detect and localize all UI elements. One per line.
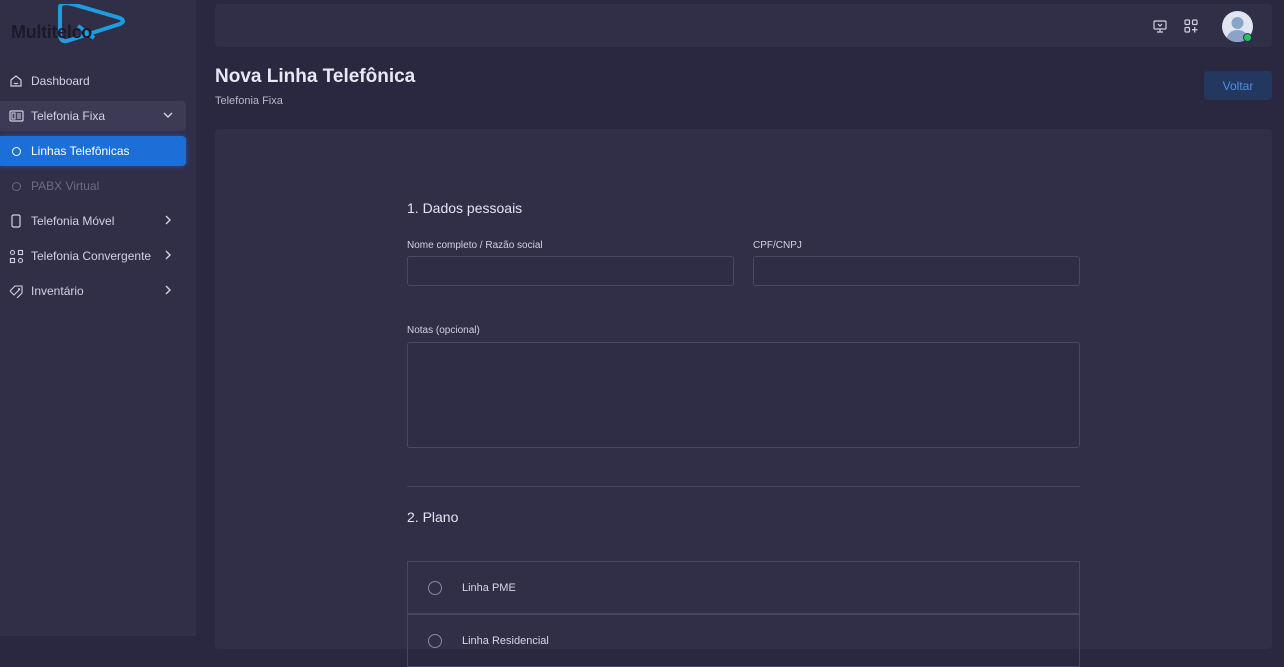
back-button[interactable]: Voltar (1204, 71, 1272, 100)
plan-option-linha-pme[interactable]: Linha PME (407, 561, 1080, 614)
sidebar-item-telefonia-movel[interactable]: Telefonia Móvel (0, 206, 186, 236)
page-title: Nova Linha Telefônica (215, 66, 416, 87)
home-icon (8, 73, 24, 89)
section-title-plan: 2. Plano (407, 509, 459, 525)
sidebar-item-label: Telefonia Convergente (31, 249, 152, 263)
mobile-icon (8, 213, 24, 229)
sidebar-item-telefonia-fixa[interactable]: Telefonia Fixa (0, 101, 186, 131)
sidebar-item-inventario[interactable]: Inventário (0, 276, 186, 306)
circle-dot-icon (12, 181, 21, 191)
plan-option-label: Linha PME (462, 581, 516, 594)
sidebar-item-dashboard[interactable]: Dashboard (0, 66, 186, 96)
tag-icon (8, 283, 24, 299)
sidebar-nav: Dashboard Telefonia Fixa Linhas Telefôni… (0, 66, 196, 311)
breadcrumb: Telefonia Fixa (215, 95, 283, 107)
sidebar-item-label: Linhas Telefônicas (31, 144, 130, 158)
chevron-right-icon (165, 215, 171, 225)
app-logo[interactable]: Multitelco (10, 4, 140, 54)
sidebar-item-label: Inventário (31, 284, 84, 298)
sidebar-item-telefonia-convergente[interactable]: Telefonia Convergente (0, 241, 186, 271)
chevron-right-icon (165, 285, 171, 295)
sidebar-item-linhas-telefonicas[interactable]: Linhas Telefônicas (0, 136, 186, 166)
plan-option-label: Linha Residencial (462, 634, 549, 647)
convergent-icon (8, 248, 24, 264)
circle-dot-icon (12, 146, 21, 156)
online-status-indicator (1243, 33, 1252, 42)
logo-text: Multitelco (11, 22, 92, 42)
chevron-down-icon (163, 112, 173, 118)
sidebar: Multitelco Dashboard Telefonia Fixa Linh… (0, 0, 196, 636)
section-title-personal-data: 1. Dados pessoais (407, 200, 523, 216)
sidebar-item-label: Dashboard (31, 74, 90, 88)
notes-textarea[interactable] (407, 342, 1080, 448)
name-input[interactable] (407, 256, 734, 286)
phone-desk-icon (8, 108, 24, 124)
topbar (215, 4, 1272, 47)
sidebar-item-pabx-virtual[interactable]: PABX Virtual (0, 171, 186, 201)
plan-option-linha-residencial[interactable]: Linha Residencial (407, 614, 1080, 667)
section-divider (407, 486, 1080, 487)
sidebar-item-label: Telefonia Móvel (31, 214, 115, 228)
notes-label: Notas (opcional) (407, 325, 480, 336)
sidebar-item-label: Telefonia Fixa (31, 109, 106, 123)
apps-add-icon[interactable] (1183, 18, 1199, 34)
radio-button[interactable] (428, 580, 442, 595)
cpf-cnpj-label: CPF/CNPJ (753, 240, 802, 251)
name-label: Nome completo / Razão social (407, 240, 543, 251)
cpf-cnpj-input[interactable] (753, 256, 1080, 286)
sidebar-item-label: PABX Virtual (31, 179, 100, 193)
chevron-right-icon (165, 250, 171, 260)
presentation-icon[interactable] (1152, 18, 1168, 34)
form-card: 1. Dados pessoais Nome completo / Razão … (215, 129, 1272, 667)
